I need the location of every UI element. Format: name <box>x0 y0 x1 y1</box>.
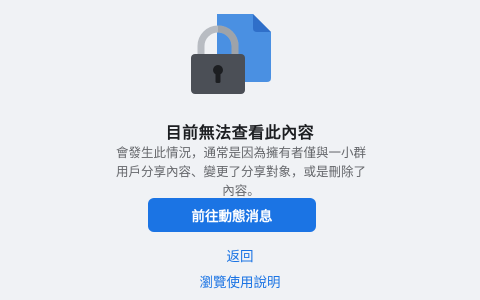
go-to-news-feed-button[interactable]: 前往動態消息 <box>148 198 316 232</box>
help-center-link[interactable]: 瀏覽使用說明 <box>0 271 480 291</box>
locked-document-icon <box>191 14 271 94</box>
description-text: 會發生此情況，通常是因為擁有者僅與一小群用戶分享內容、變更了分享對象，或是刪除了… <box>115 145 366 198</box>
back-link[interactable]: 返回 <box>0 245 480 265</box>
content-unavailable-page: 目前無法查看此內容 會發生此情況，通常是因為擁有者僅與一小群用戶分享內容、變更了… <box>0 0 480 300</box>
page-title: 目前無法查看此內容 <box>165 123 315 142</box>
